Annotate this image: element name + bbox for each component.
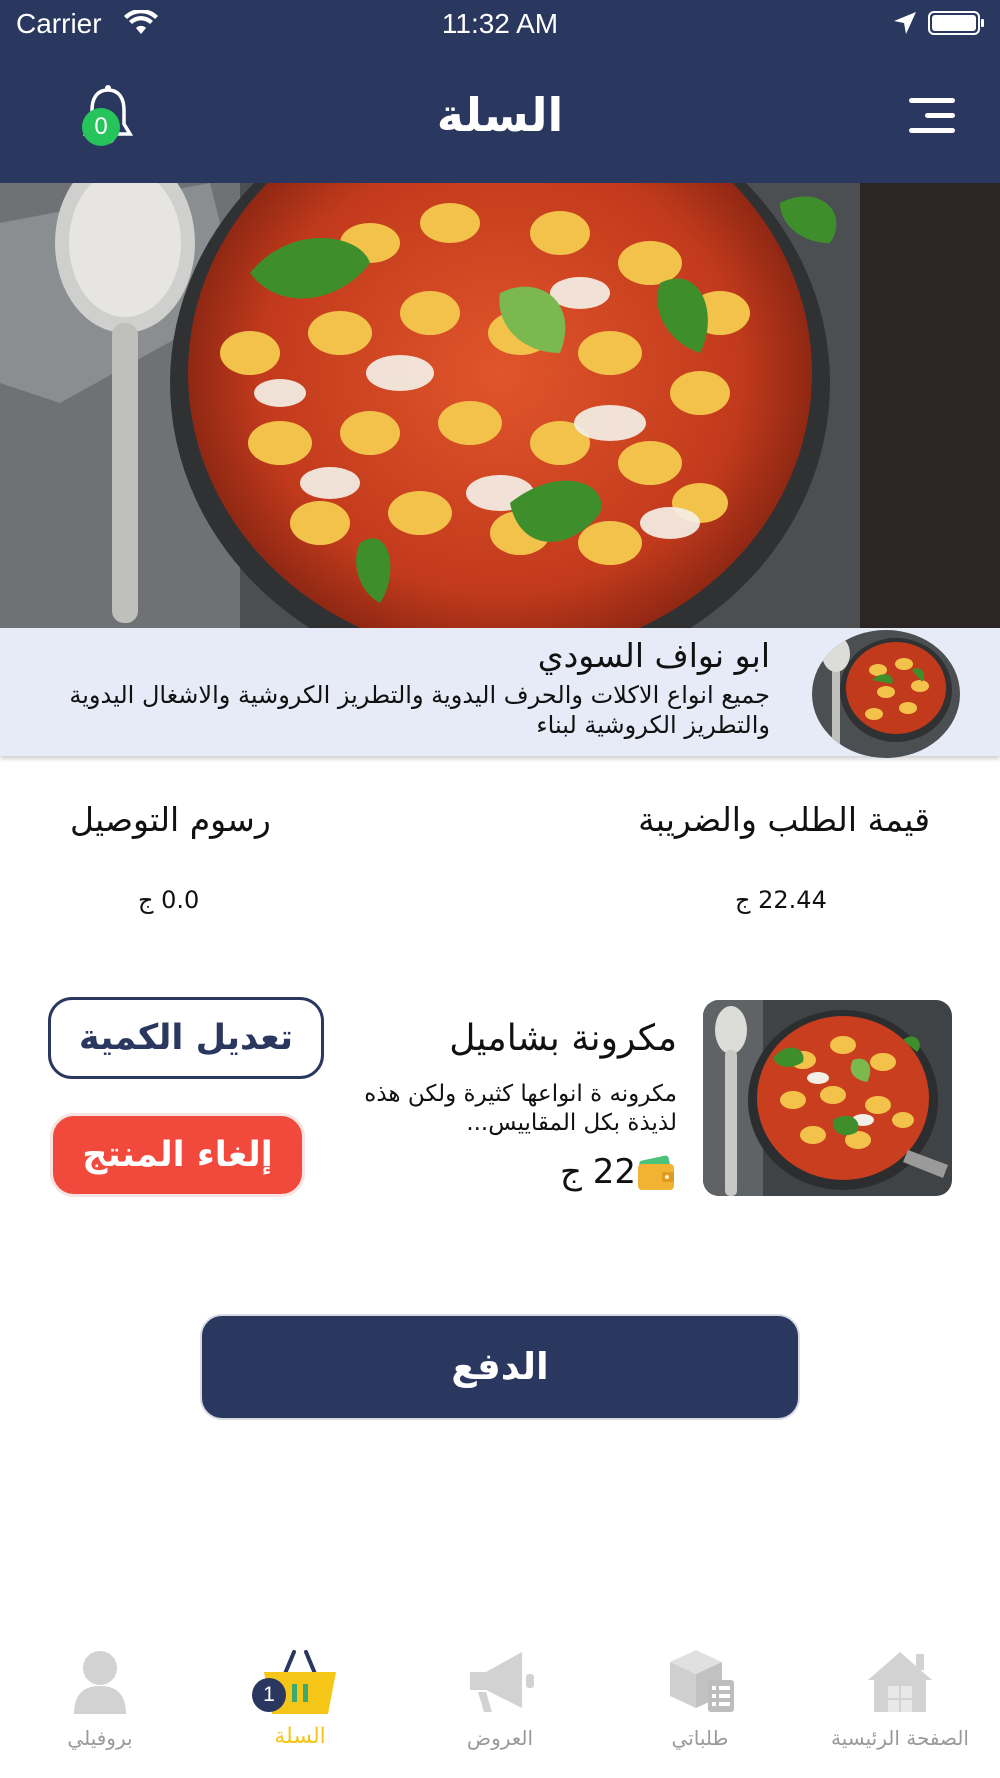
store-description: جميع انواع الاكلات والحرف اليدوية والتطر… — [69, 681, 770, 739]
order-total-value: 22.44 ج — [735, 886, 827, 914]
tab-cart-label: السلة — [274, 1724, 326, 1749]
tab-profile[interactable]: بروفيلي — [10, 1630, 190, 1778]
order-total-label: قيمة الطلب والضريبة — [638, 800, 930, 839]
tab-home[interactable]: الصفحة الرئيسية — [810, 1630, 990, 1778]
orders-box-icon — [670, 1650, 734, 1712]
tab-offers-label: العروض — [466, 1726, 534, 1750]
edit-quantity-button[interactable]: تعديل الكمية — [48, 997, 324, 1079]
bottom-tab-bar: بروفيلي السلة العروض طلباتي الصفحة الرئي… — [0, 1630, 1000, 1778]
megaphone-icon — [470, 1652, 534, 1712]
product-description: مكرونه ة انواعها كثيرة ولكن هذه لذيذة بك… — [364, 1081, 677, 1136]
tab-home-label: الصفحة الرئيسية — [831, 1726, 969, 1750]
home-icon — [868, 1652, 932, 1712]
store-cover-image — [0, 183, 1000, 628]
app-header: Carrier 11:32 AM 0 السلة — [0, 0, 1000, 183]
product-price: 22 ج — [560, 1152, 637, 1192]
pay-button[interactable]: الدفع — [200, 1314, 800, 1420]
page-title: السلة — [436, 88, 564, 142]
wallet-icon — [638, 1155, 674, 1190]
tab-offers[interactable]: العروض — [410, 1630, 590, 1778]
status-bar: Carrier 11:32 AM — [0, 0, 1000, 50]
product-image — [703, 1000, 952, 1196]
product-name: مكرونة بشاميل — [449, 1018, 677, 1059]
store-avatar — [812, 630, 960, 758]
store-name: ابو نواف السودي — [537, 636, 770, 675]
location-arrow-icon — [894, 12, 916, 34]
profile-icon — [74, 1651, 126, 1714]
battery-icon — [928, 11, 984, 35]
remove-product-button[interactable]: إلغاء المنتج — [50, 1113, 305, 1197]
delivery-fee-label: رسوم التوصيل — [70, 800, 271, 839]
tab-my-orders[interactable]: طلباتي — [610, 1630, 790, 1778]
tab-profile-label: بروفيلي — [67, 1726, 133, 1750]
delivery-fee-value: 0.0 ج — [138, 886, 200, 914]
tab-orders-label: طلباتي — [671, 1726, 729, 1750]
menu-icon[interactable] — [905, 96, 957, 136]
status-time: 11:32 AM — [441, 8, 559, 39]
cart-count-badge: 1 — [252, 1678, 286, 1712]
tab-cart[interactable]: السلة — [210, 1630, 390, 1778]
